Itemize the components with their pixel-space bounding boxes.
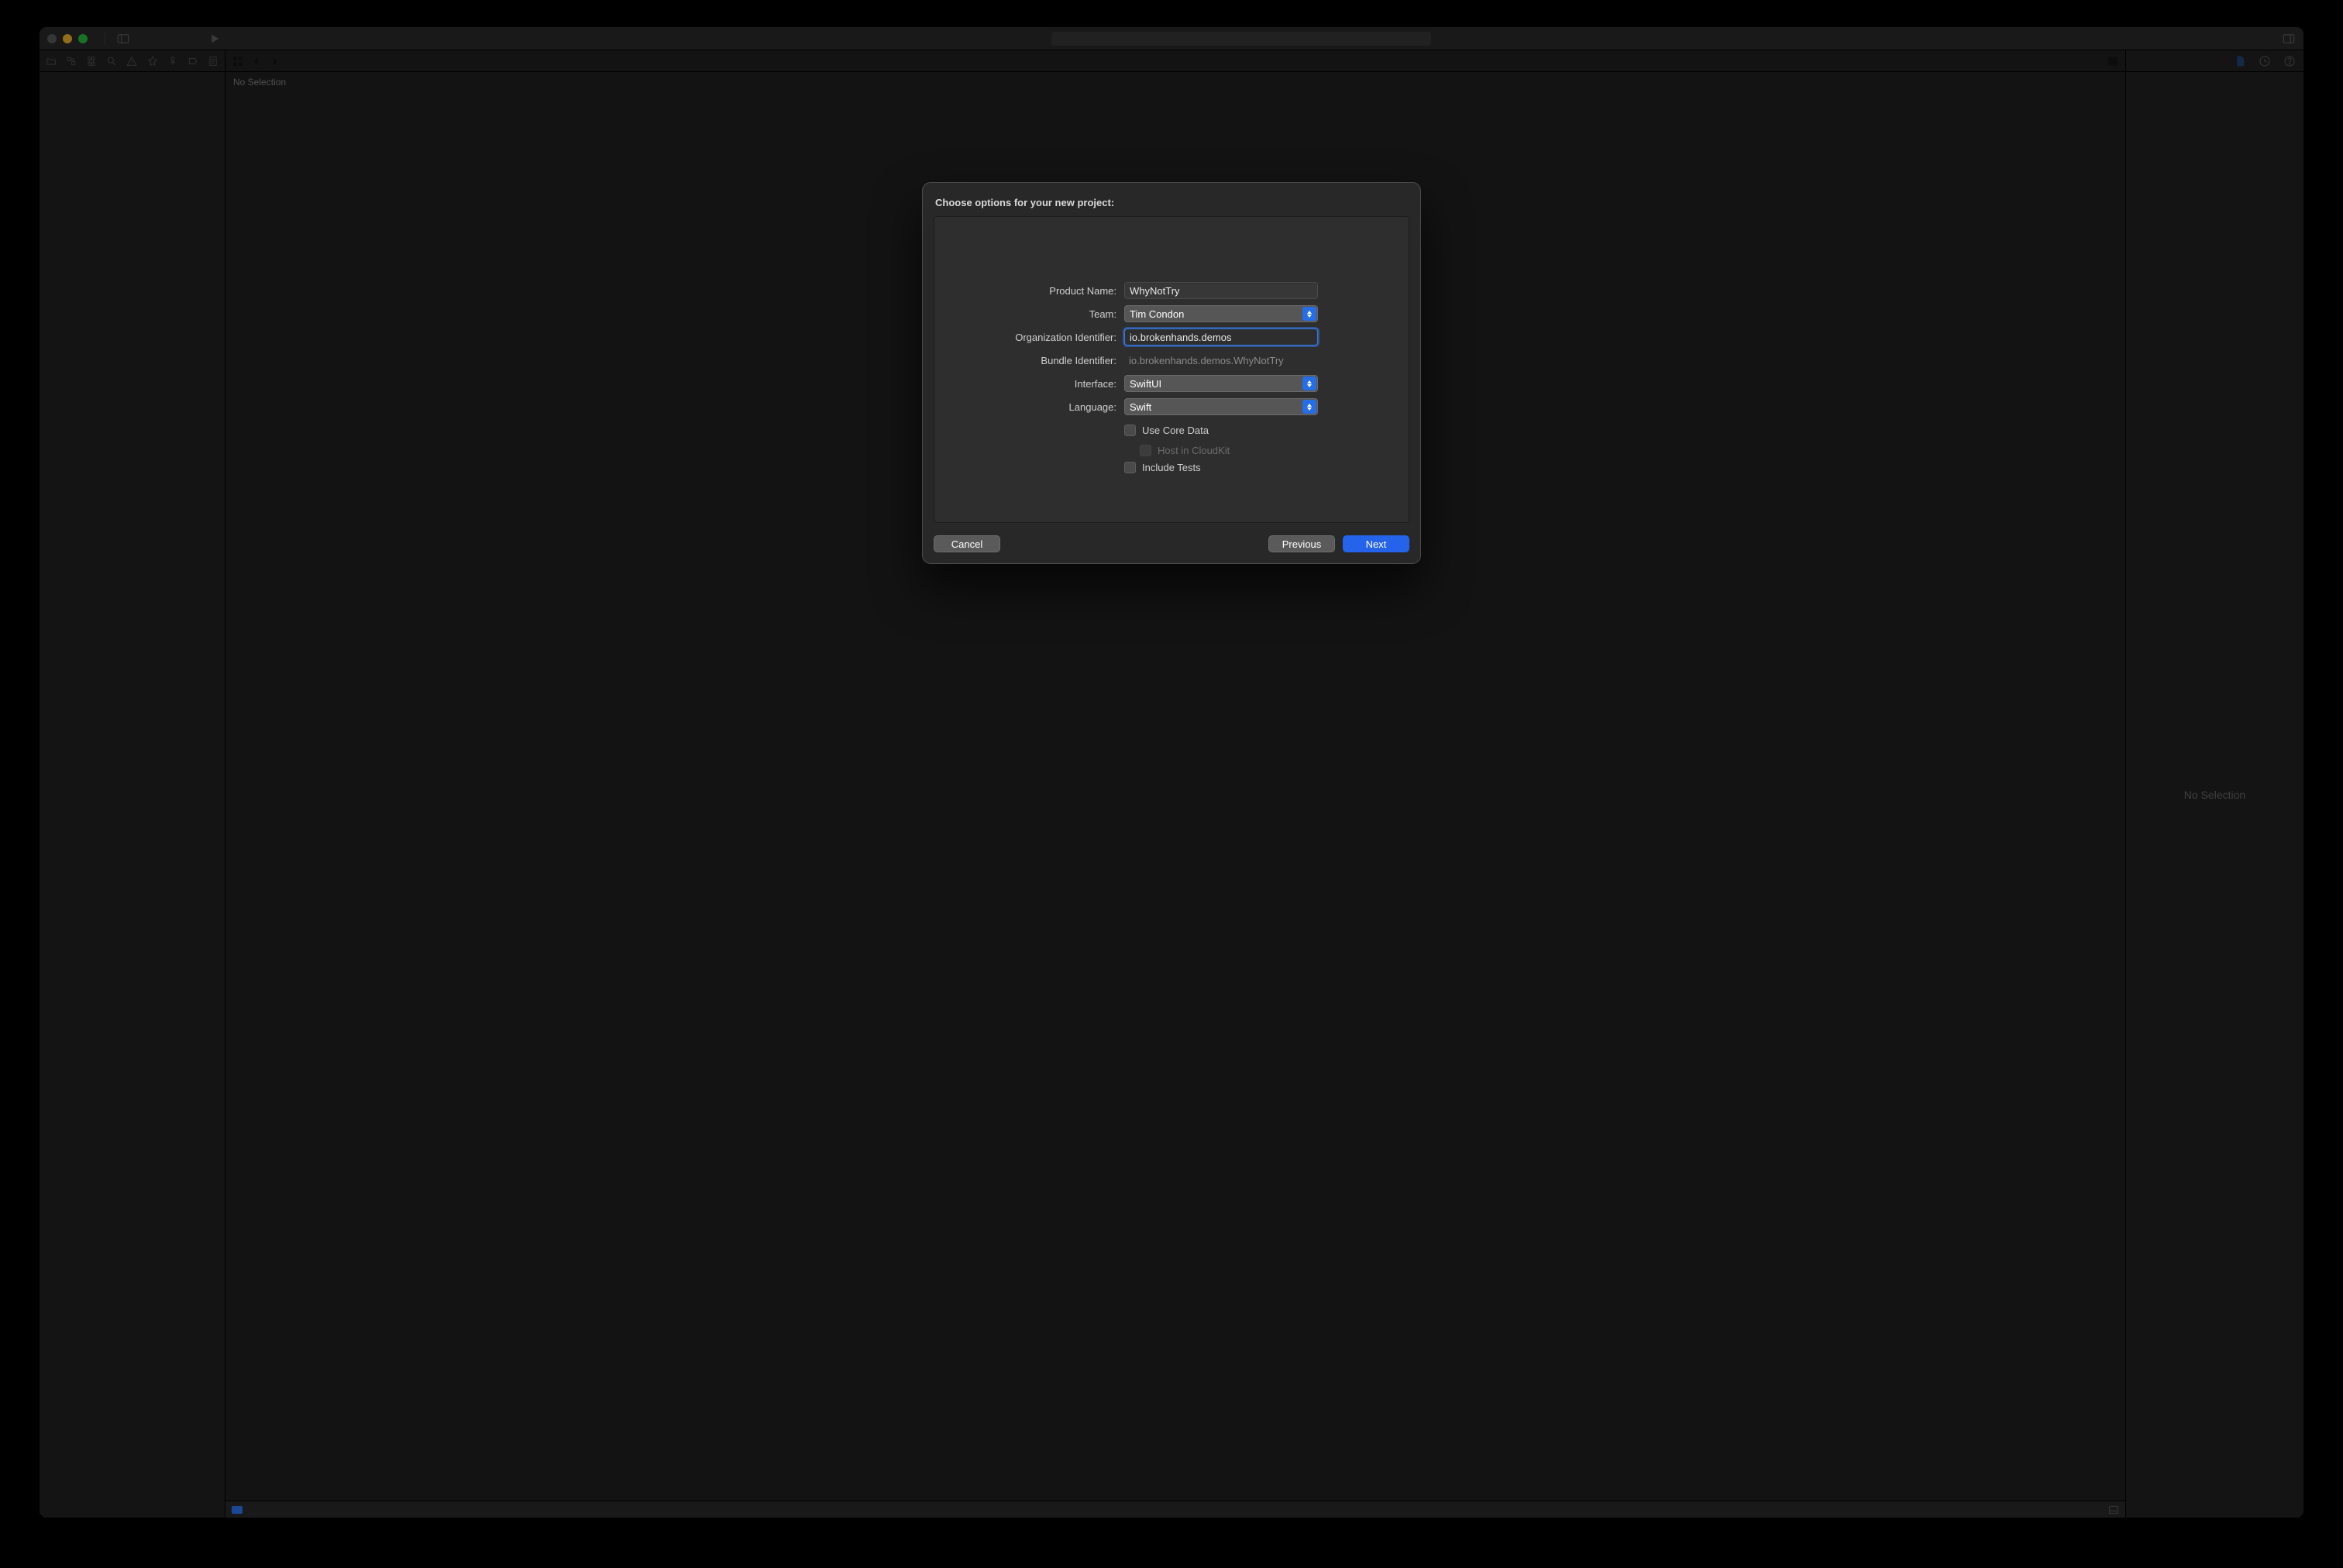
host-cloudkit-checkbox	[1140, 445, 1151, 456]
sheet-body: Product Name: Team: Tim Condon Organ	[934, 216, 1409, 523]
team-value: Tim Condon	[1130, 308, 1184, 320]
language-label: Language:	[989, 401, 1116, 413]
include-tests-label: Include Tests	[1142, 462, 1201, 473]
sheet-footer: Cancel Previous Next	[934, 535, 1409, 552]
team-select[interactable]: Tim Condon	[1124, 305, 1318, 322]
language-value: Swift	[1130, 401, 1151, 413]
bundle-id-label: Bundle Identifier:	[989, 355, 1116, 366]
next-button[interactable]: Next	[1343, 535, 1409, 552]
select-arrows-icon	[1302, 400, 1316, 414]
select-arrows-icon	[1302, 377, 1316, 390]
new-project-options-sheet: Choose options for your new project: Pro…	[922, 182, 1421, 564]
org-id-label: Organization Identifier:	[989, 332, 1116, 343]
interface-value: SwiftUI	[1130, 378, 1161, 390]
org-id-field[interactable]	[1124, 328, 1318, 346]
interface-label: Interface:	[989, 378, 1116, 390]
previous-button[interactable]: Previous	[1268, 535, 1335, 552]
use-core-data-checkbox[interactable]	[1124, 425, 1136, 436]
bundle-id-value: io.brokenhands.demos.WhyNotTry	[1124, 352, 1318, 369]
include-tests-checkbox[interactable]	[1124, 462, 1136, 473]
product-name-label: Product Name:	[989, 285, 1116, 297]
language-select[interactable]: Swift	[1124, 398, 1318, 415]
use-core-data-row[interactable]: Use Core Data	[1124, 421, 1209, 438]
host-cloudkit-label: Host in CloudKit	[1158, 445, 1230, 456]
product-name-field[interactable]	[1124, 282, 1318, 299]
team-label: Team:	[989, 308, 1116, 320]
sheet-title: Choose options for your new project:	[935, 197, 1408, 208]
interface-select[interactable]: SwiftUI	[1124, 375, 1318, 392]
host-cloudkit-row: Host in CloudKit	[1140, 442, 1230, 459]
xcode-window: No Selection No Selection Choose options…	[39, 26, 2304, 1518]
cancel-button[interactable]: Cancel	[934, 535, 1000, 552]
use-core-data-label: Use Core Data	[1142, 425, 1209, 436]
include-tests-row[interactable]: Include Tests	[1124, 459, 1201, 476]
select-arrows-icon	[1302, 307, 1316, 321]
